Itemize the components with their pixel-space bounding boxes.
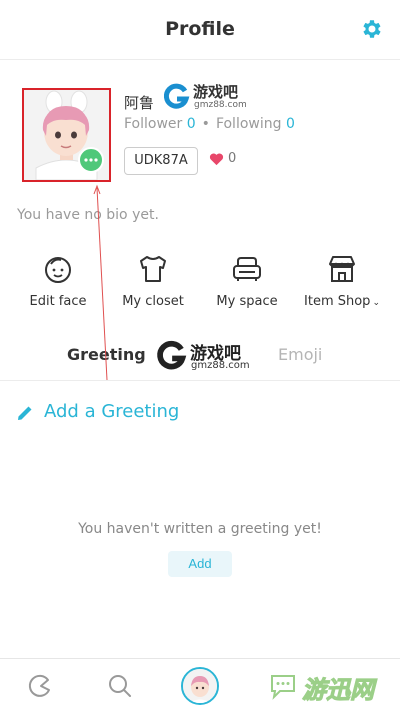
- chevron-down-icon: ⌄: [372, 298, 380, 308]
- shirt-icon: [140, 256, 166, 282]
- tab-greeting[interactable]: Greeting: [67, 345, 146, 364]
- avatar-mini-icon: [183, 669, 217, 703]
- likes-count: 0: [228, 151, 237, 166]
- add-greeting-title: Add a Greeting: [44, 401, 180, 422]
- watermark-bottom: 游迅网: [268, 666, 396, 706]
- gear-icon[interactable]: [360, 17, 384, 41]
- follower-stat[interactable]: Follower 0: [124, 116, 196, 132]
- tab-emoji[interactable]: Emoji: [278, 345, 322, 364]
- shortcut-label: Edit face: [29, 294, 87, 309]
- more-options-button[interactable]: [78, 147, 104, 173]
- nav-profile-avatar[interactable]: [181, 667, 219, 705]
- watermark-logo-small: 游戏吧 gmz88.com: [162, 80, 252, 114]
- page-title: Profile: [165, 18, 235, 40]
- greeting-tabs: Greeting 游戏吧 gmz88.com Emoji: [0, 335, 400, 381]
- add-button[interactable]: Add: [168, 551, 232, 577]
- more-dots-icon: [84, 158, 98, 162]
- watermark-url-text: gmz88.com: [191, 360, 250, 371]
- nav-home[interactable]: [10, 659, 70, 711]
- search-icon: [109, 674, 131, 697]
- follow-stats: Follower 0 • Following 0: [124, 116, 295, 132]
- shop-icon: [329, 256, 355, 282]
- shortcut-label: Item Shop ⌄: [304, 294, 380, 309]
- shortcut-label: My space: [216, 294, 278, 309]
- following-stat[interactable]: Following 0: [216, 116, 295, 132]
- watermark-g-icon: [157, 340, 187, 370]
- profile-name: 阿鲁: [124, 94, 155, 112]
- shortcut-my-space[interactable]: My space: [202, 252, 292, 309]
- shortcut-edit-face[interactable]: Edit face: [13, 252, 103, 309]
- pacman-home-icon: [28, 674, 50, 697]
- nav-search[interactable]: [90, 659, 150, 711]
- empty-greeting-message: You haven't written a greeting yet!: [78, 521, 322, 537]
- shortcut-my-closet[interactable]: My closet: [108, 252, 198, 309]
- watermark-bottom-text: 游迅网: [302, 676, 375, 705]
- watermark-logo-mid: 游戏吧 gmz88.com: [155, 335, 255, 377]
- chat-bubble-icon: [271, 675, 295, 700]
- face-icon: [45, 257, 71, 283]
- watermark-cn-text: 游戏吧: [193, 83, 239, 101]
- shortcut-label: My closet: [122, 294, 184, 309]
- pencil-icon: [18, 406, 32, 420]
- top-bar: Profile: [0, 0, 400, 60]
- user-id-badge[interactable]: UDK87A: [124, 147, 198, 175]
- watermark-g-icon: [163, 83, 190, 109]
- bio-text[interactable]: You have no bio yet.: [17, 207, 159, 223]
- watermark-url-text: gmz88.com: [194, 100, 247, 110]
- sofa-icon: [233, 257, 261, 281]
- heart-icon[interactable]: [209, 152, 224, 166]
- shortcut-item-shop[interactable]: Item Shop ⌄: [297, 252, 387, 309]
